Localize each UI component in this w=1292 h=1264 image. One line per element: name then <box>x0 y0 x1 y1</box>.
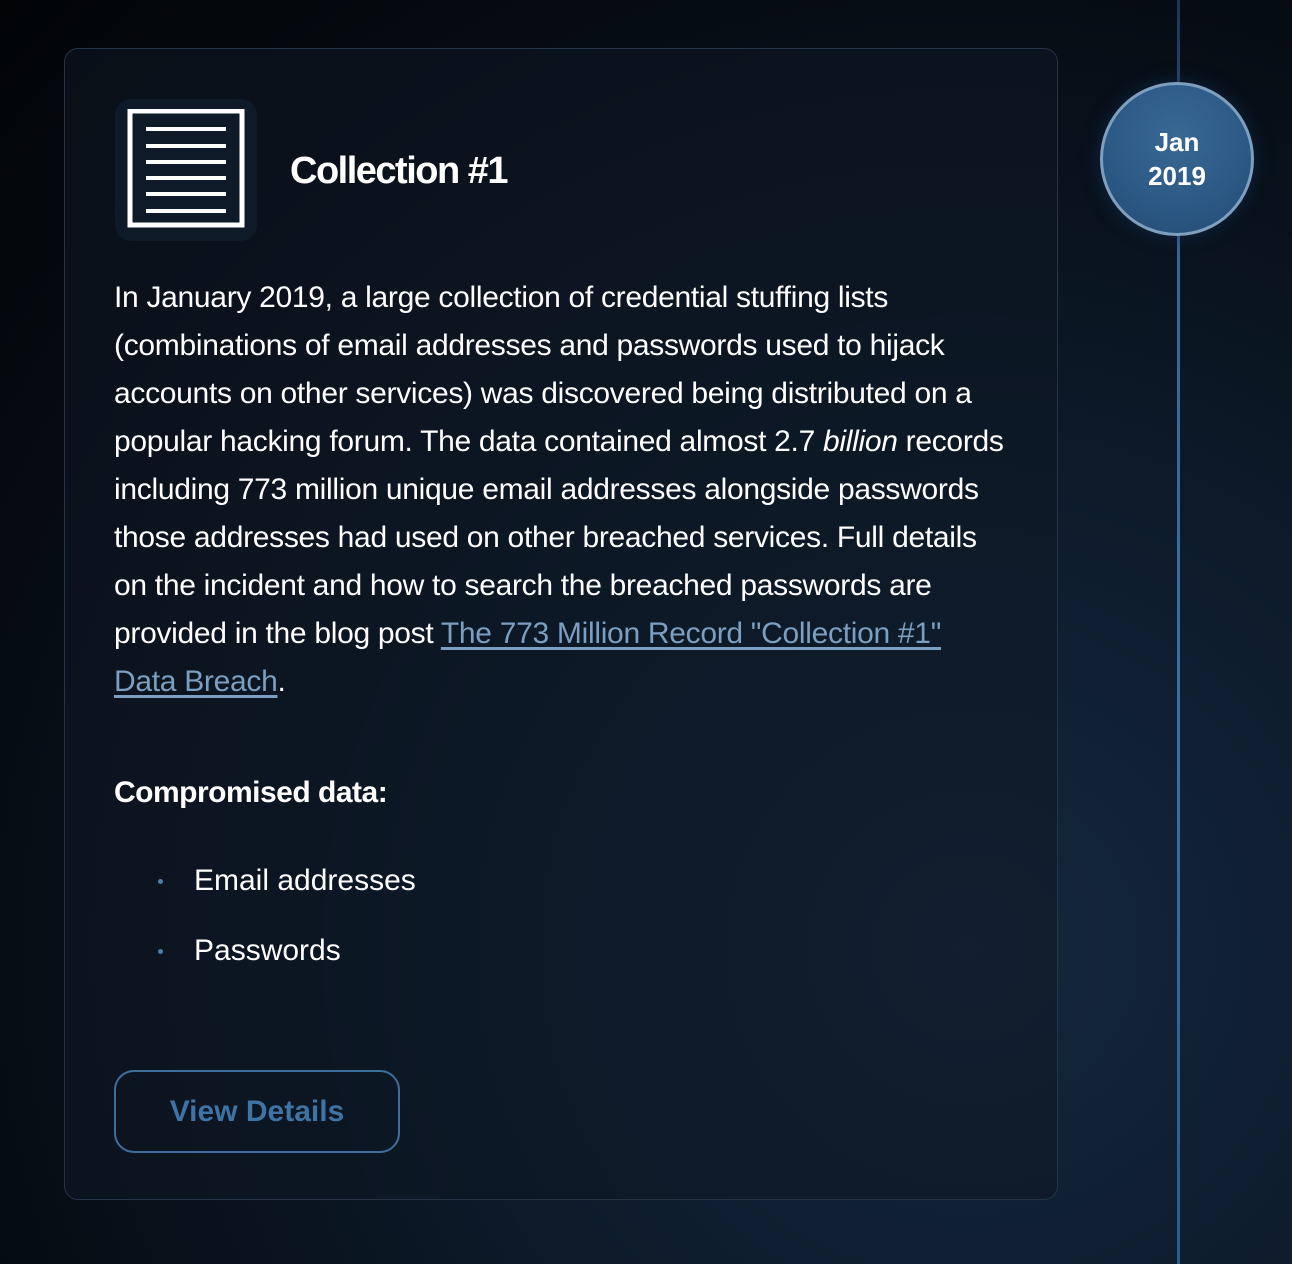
list-item-label: Passwords <box>194 934 341 967</box>
document-lines-icon <box>127 109 245 228</box>
list-item-label: Email addresses <box>194 864 416 897</box>
description-emphasis: billion <box>823 425 898 458</box>
compromised-data-list: Email addresses Passwords <box>114 859 416 999</box>
compromised-data-heading: Compromised data: <box>114 776 388 809</box>
breach-description: In January 2019, a large collection of c… <box>114 274 1004 706</box>
date-badge: Jan 2019 <box>1100 82 1254 236</box>
view-details-button[interactable]: View Details <box>114 1070 400 1153</box>
date-year: 2019 <box>1148 161 1206 191</box>
list-item: Passwords <box>114 929 416 999</box>
breach-logo <box>115 99 257 241</box>
breach-card: Collection #1 In January 2019, a large c… <box>64 48 1058 1200</box>
bullet-icon <box>158 879 163 884</box>
bullet-icon <box>158 949 163 954</box>
breach-title: Collection #1 <box>290 150 509 192</box>
list-item: Email addresses <box>114 859 416 929</box>
date-month: Jan <box>1154 127 1200 157</box>
description-text-3: . <box>277 665 286 698</box>
